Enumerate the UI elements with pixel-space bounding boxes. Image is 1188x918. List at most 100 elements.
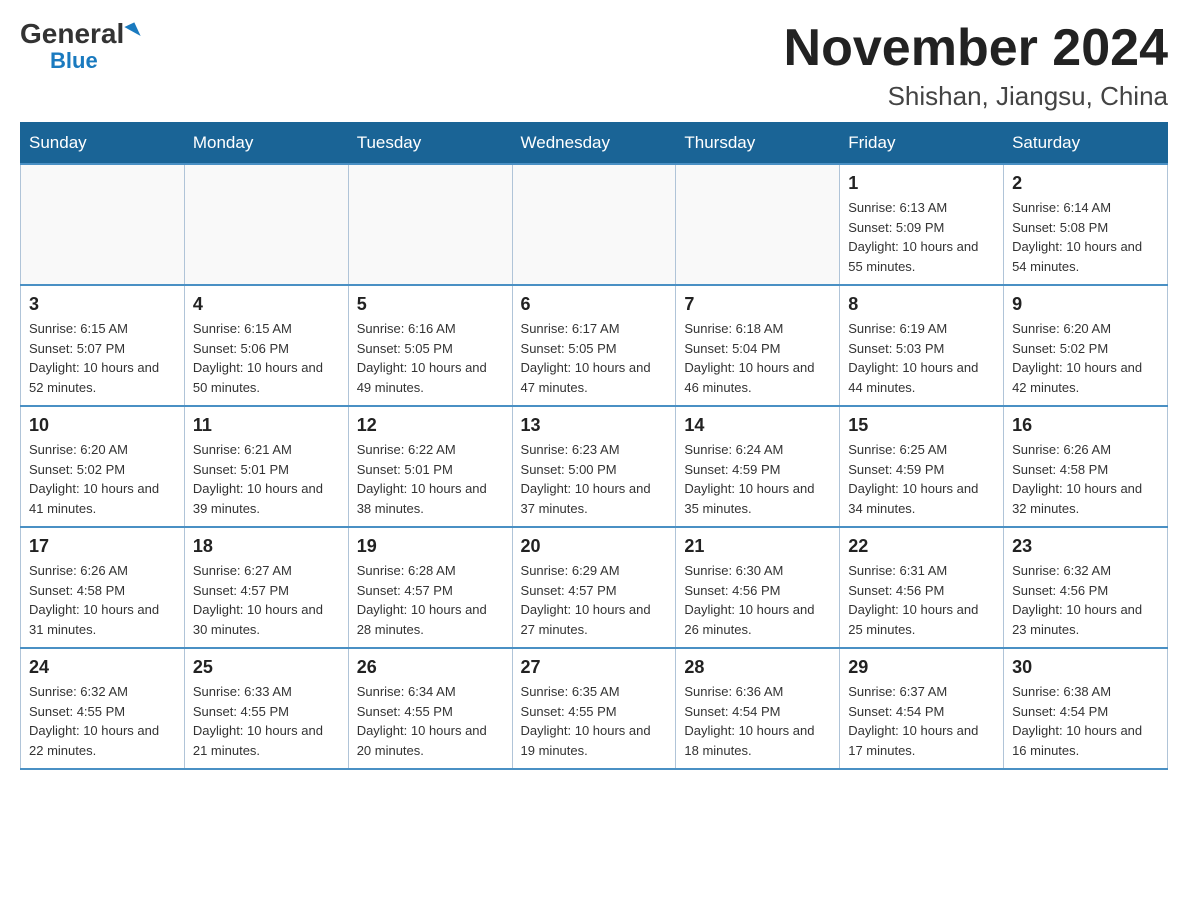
day-number: 14 xyxy=(684,415,831,436)
calendar-week-row: 10 Sunrise: 6:20 AMSunset: 5:02 PMDayligh… xyxy=(21,406,1168,527)
calendar-cell: 3 Sunrise: 6:15 AMSunset: 5:07 PMDaylight… xyxy=(21,285,185,406)
day-info: Sunrise: 6:13 AMSunset: 5:09 PMDaylight:… xyxy=(848,198,995,276)
calendar-cell: 23 Sunrise: 6:32 AMSunset: 4:56 PMDayligh… xyxy=(1004,527,1168,648)
calendar-cell: 12 Sunrise: 6:22 AMSunset: 5:01 PMDayligh… xyxy=(348,406,512,527)
day-number: 6 xyxy=(521,294,668,315)
day-info: Sunrise: 6:36 AMSunset: 4:54 PMDaylight:… xyxy=(684,682,831,760)
day-number: 10 xyxy=(29,415,176,436)
calendar-cell: 13 Sunrise: 6:23 AMSunset: 5:00 PMDayligh… xyxy=(512,406,676,527)
day-info: Sunrise: 6:38 AMSunset: 4:54 PMDaylight:… xyxy=(1012,682,1159,760)
calendar-cell: 30 Sunrise: 6:38 AMSunset: 4:54 PMDayligh… xyxy=(1004,648,1168,769)
day-number: 1 xyxy=(848,173,995,194)
day-info: Sunrise: 6:25 AMSunset: 4:59 PMDaylight:… xyxy=(848,440,995,518)
day-number: 4 xyxy=(193,294,340,315)
day-number: 15 xyxy=(848,415,995,436)
calendar-cell: 27 Sunrise: 6:35 AMSunset: 4:55 PMDayligh… xyxy=(512,648,676,769)
day-info: Sunrise: 6:30 AMSunset: 4:56 PMDaylight:… xyxy=(684,561,831,639)
calendar-cell xyxy=(348,164,512,285)
calendar-cell: 1 Sunrise: 6:13 AMSunset: 5:09 PMDaylight… xyxy=(840,164,1004,285)
day-info: Sunrise: 6:23 AMSunset: 5:00 PMDaylight:… xyxy=(521,440,668,518)
calendar-week-row: 3 Sunrise: 6:15 AMSunset: 5:07 PMDaylight… xyxy=(21,285,1168,406)
weekday-header-saturday: Saturday xyxy=(1004,123,1168,165)
day-number: 30 xyxy=(1012,657,1159,678)
day-number: 7 xyxy=(684,294,831,315)
calendar-cell: 29 Sunrise: 6:37 AMSunset: 4:54 PMDayligh… xyxy=(840,648,1004,769)
calendar-cell: 7 Sunrise: 6:18 AMSunset: 5:04 PMDaylight… xyxy=(676,285,840,406)
day-info: Sunrise: 6:34 AMSunset: 4:55 PMDaylight:… xyxy=(357,682,504,760)
day-info: Sunrise: 6:32 AMSunset: 4:56 PMDaylight:… xyxy=(1012,561,1159,639)
day-info: Sunrise: 6:31 AMSunset: 4:56 PMDaylight:… xyxy=(848,561,995,639)
day-info: Sunrise: 6:18 AMSunset: 5:04 PMDaylight:… xyxy=(684,319,831,397)
day-info: Sunrise: 6:16 AMSunset: 5:05 PMDaylight:… xyxy=(357,319,504,397)
day-info: Sunrise: 6:32 AMSunset: 4:55 PMDaylight:… xyxy=(29,682,176,760)
day-number: 8 xyxy=(848,294,995,315)
calendar-cell: 6 Sunrise: 6:17 AMSunset: 5:05 PMDaylight… xyxy=(512,285,676,406)
logo-general-text: General xyxy=(20,20,124,48)
calendar-cell: 8Sunrise: 6:19 AMSunset: 5:03 PMDaylight… xyxy=(840,285,1004,406)
calendar-cell: 22 Sunrise: 6:31 AMSunset: 4:56 PMDayligh… xyxy=(840,527,1004,648)
page-header: General Blue November 2024 Shishan, Jian… xyxy=(20,20,1168,112)
day-info: Sunrise: 6:26 AMSunset: 4:58 PMDaylight:… xyxy=(29,561,176,639)
day-number: 28 xyxy=(684,657,831,678)
weekday-header-friday: Friday xyxy=(840,123,1004,165)
day-info: Sunrise: 6:15 AMSunset: 5:06 PMDaylight:… xyxy=(193,319,340,397)
weekday-header-thursday: Thursday xyxy=(676,123,840,165)
day-number: 9 xyxy=(1012,294,1159,315)
day-info: Sunrise: 6:20 AMSunset: 5:02 PMDaylight:… xyxy=(29,440,176,518)
calendar-week-row: 17Sunrise: 6:26 AMSunset: 4:58 PMDayligh… xyxy=(21,527,1168,648)
day-info: Sunrise: 6:17 AMSunset: 5:05 PMDaylight:… xyxy=(521,319,668,397)
logo-blue-text: Blue xyxy=(50,48,98,74)
calendar-cell xyxy=(676,164,840,285)
day-number: 26 xyxy=(357,657,504,678)
day-info: Sunrise: 6:15 AMSunset: 5:07 PMDaylight:… xyxy=(29,319,176,397)
calendar-week-row: 24 Sunrise: 6:32 AMSunset: 4:55 PMDayligh… xyxy=(21,648,1168,769)
calendar-cell: 25 Sunrise: 6:33 AMSunset: 4:55 PMDayligh… xyxy=(184,648,348,769)
day-number: 12 xyxy=(357,415,504,436)
month-title: November 2024 xyxy=(784,20,1168,77)
day-number: 27 xyxy=(521,657,668,678)
day-info: Sunrise: 6:14 AMSunset: 5:08 PMDaylight:… xyxy=(1012,198,1159,276)
calendar-cell: 9Sunrise: 6:20 AMSunset: 5:02 PMDaylight… xyxy=(1004,285,1168,406)
logo: General Blue xyxy=(20,20,138,74)
day-number: 23 xyxy=(1012,536,1159,557)
calendar-cell: 15 Sunrise: 6:25 AMSunset: 4:59 PMDayligh… xyxy=(840,406,1004,527)
day-number: 16 xyxy=(1012,415,1159,436)
calendar-cell: 5Sunrise: 6:16 AMSunset: 5:05 PMDaylight… xyxy=(348,285,512,406)
day-number: 19 xyxy=(357,536,504,557)
day-number: 25 xyxy=(193,657,340,678)
calendar-cell: 28 Sunrise: 6:36 AMSunset: 4:54 PMDayligh… xyxy=(676,648,840,769)
weekday-header-wednesday: Wednesday xyxy=(512,123,676,165)
day-number: 24 xyxy=(29,657,176,678)
day-info: Sunrise: 6:26 AMSunset: 4:58 PMDaylight:… xyxy=(1012,440,1159,518)
location-title: Shishan, Jiangsu, China xyxy=(784,81,1168,112)
day-info: Sunrise: 6:22 AMSunset: 5:01 PMDaylight:… xyxy=(357,440,504,518)
day-number: 29 xyxy=(848,657,995,678)
day-info: Sunrise: 6:21 AMSunset: 5:01 PMDaylight:… xyxy=(193,440,340,518)
calendar-cell: 19Sunrise: 6:28 AMSunset: 4:57 PMDayligh… xyxy=(348,527,512,648)
calendar-cell: 18Sunrise: 6:27 AMSunset: 4:57 PMDayligh… xyxy=(184,527,348,648)
calendar-cell: 16 Sunrise: 6:26 AMSunset: 4:58 PMDayligh… xyxy=(1004,406,1168,527)
day-info: Sunrise: 6:33 AMSunset: 4:55 PMDaylight:… xyxy=(193,682,340,760)
calendar-table: SundayMondayTuesdayWednesdayThursdayFrid… xyxy=(20,122,1168,770)
day-info: Sunrise: 6:35 AMSunset: 4:55 PMDaylight:… xyxy=(521,682,668,760)
calendar-cell: 20Sunrise: 6:29 AMSunset: 4:57 PMDayligh… xyxy=(512,527,676,648)
day-number: 11 xyxy=(193,415,340,436)
weekday-header-tuesday: Tuesday xyxy=(348,123,512,165)
day-info: Sunrise: 6:29 AMSunset: 4:57 PMDaylight:… xyxy=(521,561,668,639)
calendar-header-row: SundayMondayTuesdayWednesdayThursdayFrid… xyxy=(21,123,1168,165)
day-number: 3 xyxy=(29,294,176,315)
calendar-cell: 10 Sunrise: 6:20 AMSunset: 5:02 PMDayligh… xyxy=(21,406,185,527)
calendar-cell xyxy=(21,164,185,285)
calendar-cell xyxy=(184,164,348,285)
day-number: 21 xyxy=(684,536,831,557)
title-section: November 2024 Shishan, Jiangsu, China xyxy=(784,20,1168,112)
day-info: Sunrise: 6:37 AMSunset: 4:54 PMDaylight:… xyxy=(848,682,995,760)
day-number: 13 xyxy=(521,415,668,436)
day-info: Sunrise: 6:24 AMSunset: 4:59 PMDaylight:… xyxy=(684,440,831,518)
day-number: 2 xyxy=(1012,173,1159,194)
day-number: 18 xyxy=(193,536,340,557)
calendar-cell: 17Sunrise: 6:26 AMSunset: 4:58 PMDayligh… xyxy=(21,527,185,648)
weekday-header-monday: Monday xyxy=(184,123,348,165)
calendar-cell: 24 Sunrise: 6:32 AMSunset: 4:55 PMDayligh… xyxy=(21,648,185,769)
day-number: 22 xyxy=(848,536,995,557)
